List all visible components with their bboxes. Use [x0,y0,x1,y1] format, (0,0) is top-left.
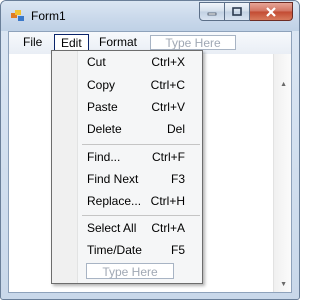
title-bar[interactable]: Form1 [1,1,299,31]
minimize-button[interactable] [199,2,225,21]
maximize-icon [232,7,242,16]
menubar-type-here[interactable]: Type Here [150,35,236,50]
menu-item-paste[interactable]: Paste Ctrl+V [87,96,199,118]
menu-item-replace[interactable]: Replace... Ctrl+H [87,190,199,212]
menu-item-shortcut: Ctrl+C [150,78,185,92]
menu-format[interactable]: Format [93,34,143,51]
menu-item-shortcut: Ctrl+H [150,194,185,208]
menu-item-label: Find Next [87,172,139,186]
menu-item-label: Delete [87,122,122,136]
menu-item-shortcut: F5 [170,243,185,257]
menu-item-label: Copy [87,78,116,92]
menu-item-shortcut: Del [166,122,185,136]
menu-file[interactable]: File [17,34,48,51]
scroll-up-icon[interactable]: ▲ [280,81,287,88]
app-icon [11,10,24,21]
menu-item-delete[interactable]: Delete Del [87,118,199,140]
menu-item-label: Select All [87,221,137,235]
menu-item-shortcut: Ctrl+V [151,100,185,114]
menu-item-label: Time/Date [87,243,142,257]
menu-item-label: Paste [87,100,118,114]
menu-item-shortcut: Ctrl+X [151,55,185,69]
caption-buttons [199,2,293,21]
menu-separator [82,215,200,216]
maximize-button[interactable] [225,2,250,21]
menu-item-cut[interactable]: Cut Ctrl+X [87,51,199,73]
edit-dropdown-menu: Cut Ctrl+X Copy Ctrl+C Paste Ctrl+V Dele… [51,50,203,284]
menu-item-copy[interactable]: Copy Ctrl+C [87,74,199,96]
minimize-icon [207,12,217,15]
menu-item-label: Cut [87,55,106,69]
scroll-down-icon[interactable]: ▼ [280,281,287,288]
close-button[interactable] [250,2,293,21]
menu-type-here[interactable]: Type Here [86,263,174,279]
window-title: Form1 [31,9,66,23]
menu-item-time-date[interactable]: Time/Date F5 [87,239,199,261]
menu-separator [82,144,200,145]
menu-item-find-next[interactable]: Find Next F3 [87,168,199,190]
close-icon [266,6,276,17]
vertical-scrollbar[interactable]: ▲ ▼ [273,54,291,292]
menu-item-label: Find... [87,150,121,164]
menu-item-shortcut: Ctrl+F [152,150,185,164]
menu-item-shortcut: F3 [170,172,185,186]
menu-item-find[interactable]: Find... Ctrl+F [87,146,199,168]
menu-item-select-all[interactable]: Select All Ctrl+A [87,217,199,239]
menu-icon-gutter [52,51,78,283]
menu-item-label: Replace... [87,194,142,208]
menu-item-shortcut: Ctrl+A [151,221,185,235]
